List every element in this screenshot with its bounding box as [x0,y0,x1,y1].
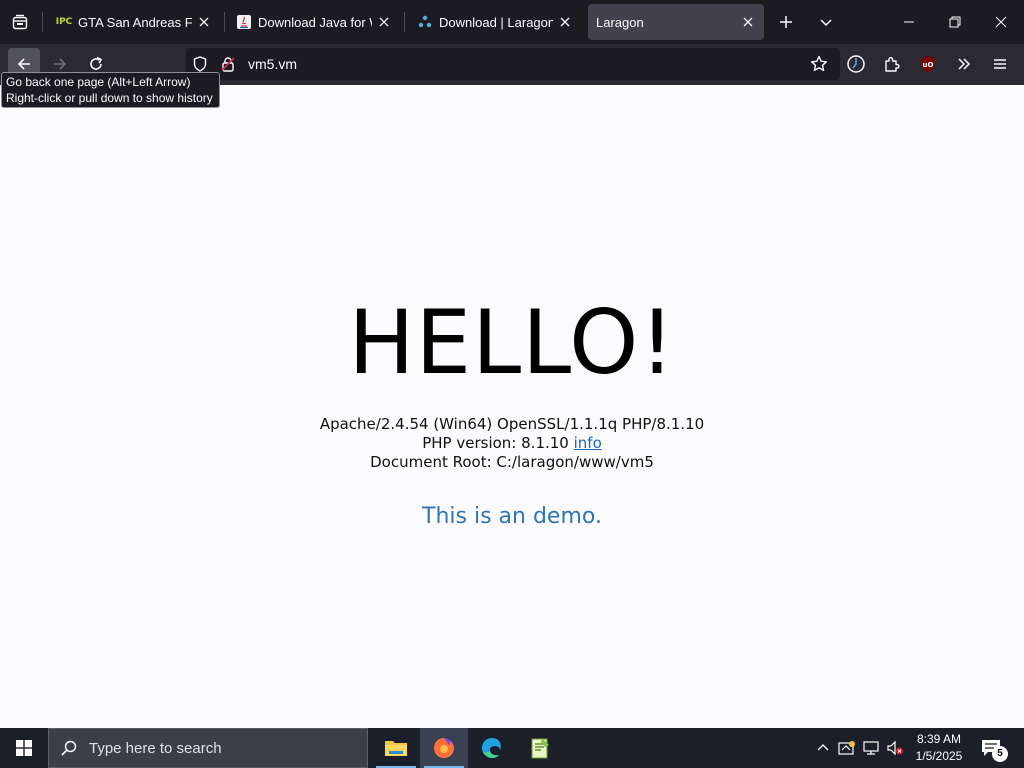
ublock-origin-button[interactable]: uO [912,48,944,80]
extensions-button[interactable] [876,48,908,80]
tab-gta[interactable]: IPC GTA San Andreas Free | [48,4,220,40]
address-bar[interactable]: vm5.vm [186,48,840,80]
clock-time: 8:39 AM [916,732,962,746]
close-tab-icon[interactable] [557,14,573,30]
more-tools-button[interactable] [948,48,980,80]
back-button-tooltip: Go back one page (Alt+Left Arrow) Right-… [1,72,220,108]
clock-date: 1/5/2025 [915,749,963,763]
firefox-icon [434,738,454,758]
tab-separator [42,12,43,32]
search-placeholder: Type here to search [89,739,222,757]
start-button[interactable] [0,728,48,768]
taskbar-notepad-plus-plus[interactable] [516,728,564,768]
tab-laragon-download[interactable]: Download | Laragon - | [409,4,581,40]
insecure-lock-icon[interactable] [220,56,236,72]
restore-button[interactable] [932,0,978,44]
new-tab-button[interactable] [768,4,804,40]
volume-button[interactable] [885,738,905,758]
taskbar-edge[interactable] [468,728,516,768]
puzzle-icon [885,57,900,72]
php-version-text: PHP version: 8.1.10 [422,434,574,452]
tracking-protection-shield-icon[interactable] [192,56,208,72]
double-chevron-right-icon [958,58,971,70]
server-info: Apache/2.4.54 (Win64) OpenSSL/1.1.1q PHP… [0,415,1024,472]
file-explorer-icon [385,741,407,756]
notepad-plus-plus-icon [531,738,549,759]
tab-separator [404,12,405,32]
arrow-left-icon [17,58,30,70]
page-content: HELLO! Apache/2.4.54 (Win64) OpenSSL/1.1… [0,85,1024,728]
chevron-up-icon [817,744,829,751]
windows-taskbar: Type here to search 8:39 AM 1/5/2025 5 [0,728,1024,768]
restore-icon [949,16,961,28]
close-tab-icon[interactable] [740,14,756,30]
tab-separator [224,12,225,32]
laragon-favicon-icon [417,14,433,30]
list-all-tabs-button[interactable] [808,4,844,40]
svg-text:uO: uO [923,61,934,69]
tab-java[interactable]: Download Java for Win [228,4,400,40]
taskbar-clock[interactable]: 8:39 AM 1/5/2025 [908,731,970,765]
tab-title: GTA San Andreas Free | [78,14,192,30]
tab-strip: IPC GTA San Andreas Free | Download Java… [0,0,1024,44]
tooltip-line-1: Go back one page (Alt+Left Arrow) [6,75,191,89]
java-favicon-icon [236,14,252,30]
tab-title: Laragon [596,14,644,30]
firefox-account-button[interactable] [840,48,872,80]
chevron-down-icon [820,19,832,27]
account-sync-icon [847,55,865,73]
taskbar-firefox[interactable] [420,728,468,768]
network-icon [863,741,879,755]
minimize-icon [904,21,914,23]
tooltip-line-2: Right-click or pull down to show history [6,91,213,105]
search-icon [49,728,89,768]
bookmark-star-icon[interactable] [810,55,828,73]
server-software-line: Apache/2.4.54 (Win64) OpenSSL/1.1.1q PHP… [319,415,705,433]
php-info-link[interactable]: info [574,434,602,452]
demo-text: This is an demo. [422,504,602,529]
php-version-line: PHP version: 8.1.10 info [0,434,1024,453]
close-window-button[interactable] [978,0,1024,44]
tray-app-icon[interactable] [837,738,857,758]
tab-laragon-active[interactable]: Laragon [588,4,764,40]
close-tab-icon[interactable] [196,14,212,30]
hamburger-menu-icon [994,59,1006,69]
app-menu-button[interactable] [984,48,1016,80]
firefox-view-button[interactable] [0,0,40,44]
minimize-button[interactable] [886,0,932,44]
battery-saver-icon [838,741,855,755]
windows-logo-icon [16,740,32,756]
ipc-favicon-icon: IPC [55,17,73,27]
close-tab-icon[interactable] [376,14,392,30]
arrow-right-icon [54,58,67,70]
url-text: vm5.vm [248,56,297,72]
reload-icon [90,56,103,70]
tab-title: Download | Laragon - | [439,14,553,30]
tab-title: Download Java for Win [258,14,372,30]
taskbar-search-box[interactable]: Type here to search [48,728,368,768]
document-root-line: Document Root: C:/laragon/www/vm5 [370,453,654,471]
show-hidden-icons-button[interactable] [813,738,833,758]
taskbar-file-explorer[interactable] [372,728,420,768]
page-heading: HELLO! [348,291,676,394]
edge-icon [482,738,501,758]
speaker-muted-icon [887,740,903,756]
notification-count-badge: 5 [992,746,1008,762]
close-icon [995,16,1007,28]
network-button[interactable] [861,738,881,758]
action-center-button[interactable]: 5 [978,734,1008,764]
plus-icon [780,16,792,28]
firefox-view-icon [12,14,28,30]
ublock-origin-icon: uO [921,56,935,72]
